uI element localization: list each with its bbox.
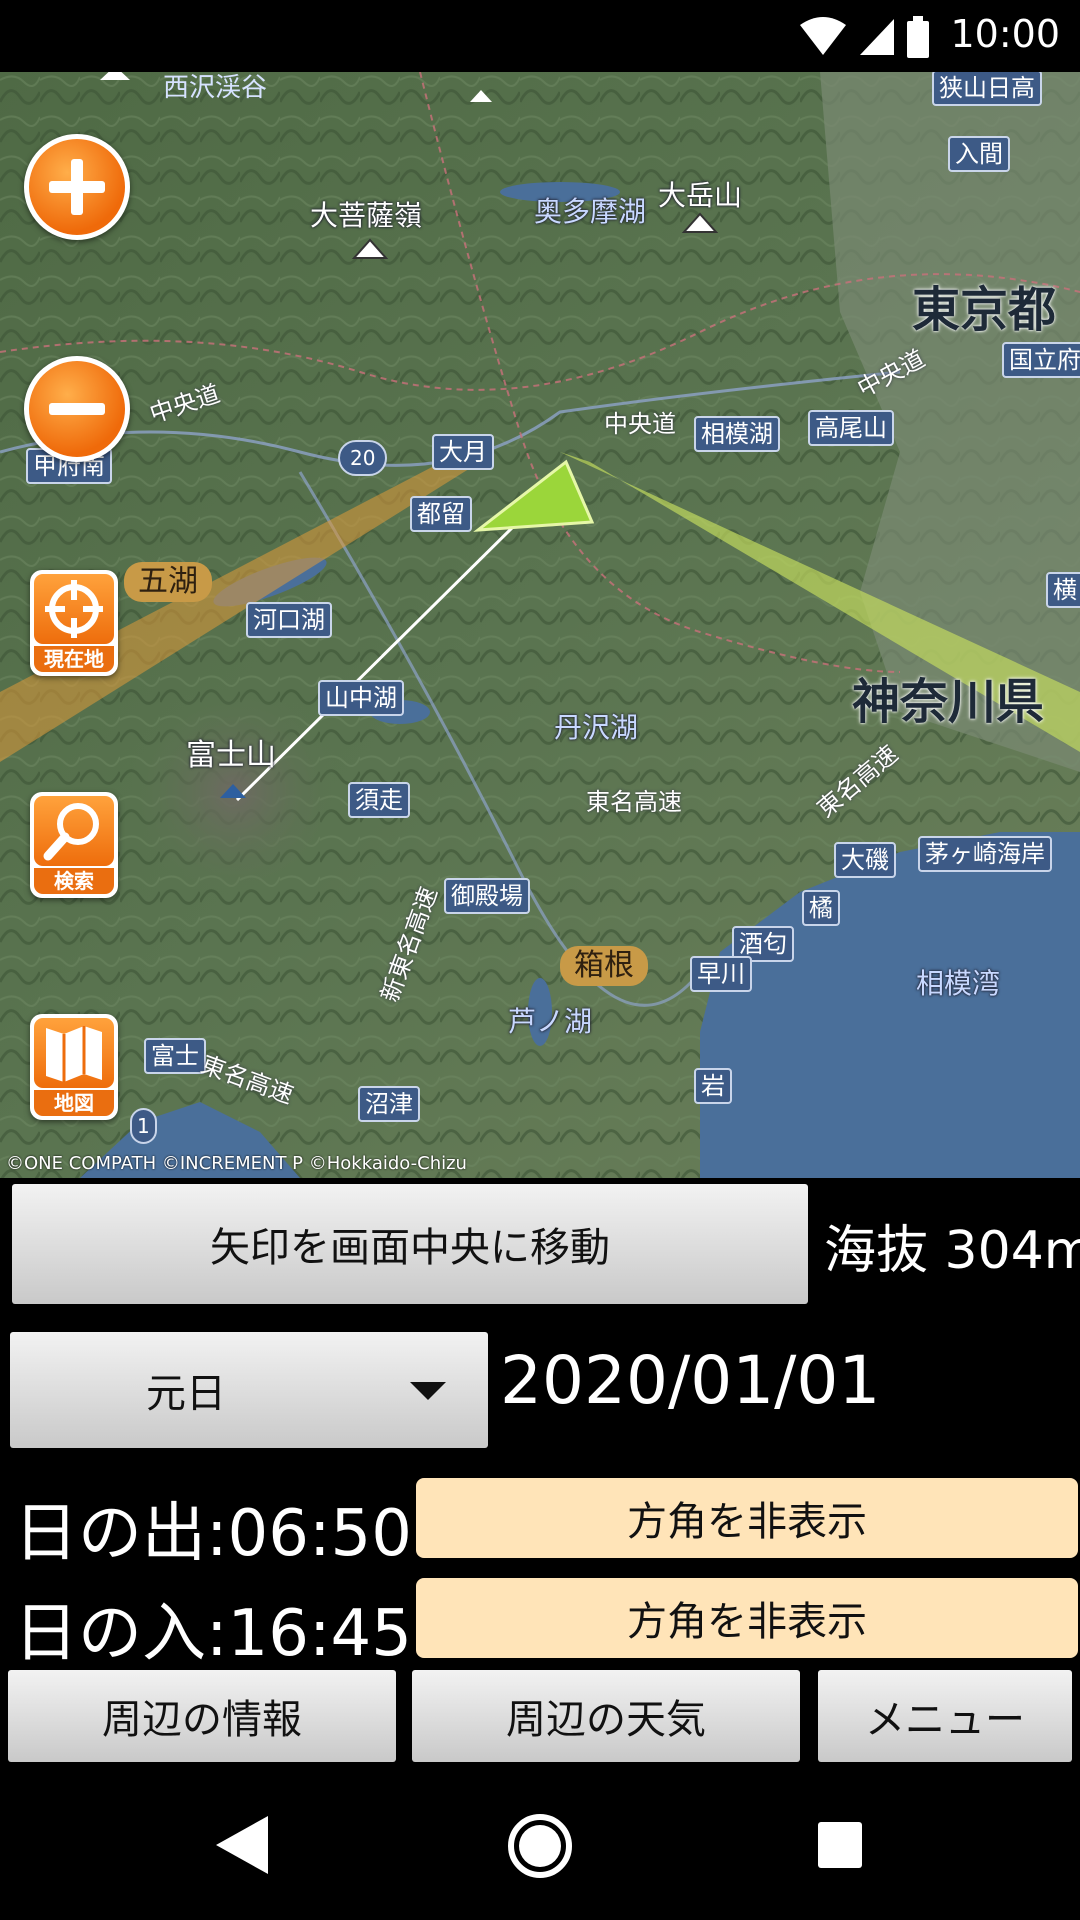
route-shield: 1: [130, 1108, 157, 1144]
map-label: 五湖: [124, 562, 212, 602]
map-copyright: ©ONE COMPATH ©INCREMENT P ©Hokkaido-Chiz…: [6, 1153, 467, 1174]
menu-button[interactable]: メニュー: [818, 1670, 1072, 1762]
wifi-icon: [800, 17, 846, 55]
map-label: 国立府: [1002, 342, 1080, 378]
map-label: 狭山日高: [932, 72, 1042, 106]
recents-icon[interactable]: [816, 1820, 864, 1870]
map-label: 御殿場: [444, 878, 530, 914]
nearby-info-button[interactable]: 周辺の情報: [8, 1670, 396, 1762]
map-label: 相模湖: [694, 416, 780, 452]
chevron-down-icon: [410, 1382, 446, 1400]
map-book-icon: [46, 1026, 102, 1082]
zoom-out-button[interactable]: [24, 356, 130, 462]
map-label: 西沢渓谷: [163, 73, 268, 103]
map-label: 須走: [348, 782, 410, 818]
signal-icon: [860, 19, 894, 55]
map-view[interactable]: 西沢渓谷 狭山日高 入間 大菩薩嶺 奥多摩湖 大岳山 東京都 中央道 中央道 中…: [0, 72, 1080, 1178]
map-label: 大岳山: [658, 179, 743, 212]
current-location-label: 現在地: [34, 646, 114, 672]
center-arrow-button[interactable]: 矢印を画面中央に移動: [12, 1184, 808, 1304]
search-icon: [43, 803, 99, 861]
map-label: 相模湾: [916, 967, 1001, 1000]
map-label: 大月: [432, 434, 494, 470]
status-icons: [798, 16, 930, 58]
battery-icon: [907, 16, 929, 58]
map-label: 富士山: [186, 738, 276, 773]
map-label: 都留: [410, 496, 472, 532]
nearby-weather-button[interactable]: 周辺の天気: [412, 1670, 800, 1762]
map-label: 橘: [802, 890, 840, 926]
home-icon[interactable]: [506, 1812, 574, 1880]
back-icon[interactable]: [214, 1814, 270, 1876]
minus-icon: [49, 403, 105, 415]
map-label: 東京都: [912, 282, 1057, 338]
date-select[interactable]: 元日: [10, 1332, 488, 1448]
map-label: 富士: [144, 1038, 206, 1074]
map-label: 高尾山: [808, 410, 894, 446]
map-label-button: 地図: [34, 1090, 114, 1116]
sunset-text: 日の入:16:45: [14, 1597, 412, 1671]
altitude-text: 海抜 304m: [824, 1221, 1080, 1281]
map-mode-button[interactable]: 地図: [30, 1014, 118, 1120]
map-label: 中央道: [604, 410, 676, 438]
map-label: 東名高速: [586, 788, 682, 816]
hide-sunset-direction-button[interactable]: 方角を非表示: [416, 1578, 1078, 1658]
map-label: 大磯: [834, 842, 896, 878]
map-label: 箱根: [560, 946, 648, 986]
map-label: 入間: [948, 136, 1010, 172]
current-location-button[interactable]: 現在地: [30, 570, 118, 676]
map-label: 早川: [690, 956, 752, 992]
map-label: 奥多摩湖: [534, 195, 647, 228]
map-label: 丹沢湖: [554, 711, 639, 744]
clock: 10:00: [950, 12, 1060, 56]
map-label: 山中湖: [318, 680, 404, 716]
plus-icon-vertical: [71, 159, 83, 215]
search-button[interactable]: 検索: [30, 792, 118, 898]
map-label: 芦ノ湖: [508, 1005, 593, 1038]
map-label: 大菩薩嶺: [310, 199, 423, 232]
map-label: 神奈川県: [852, 674, 1045, 730]
zoom-in-button[interactable]: [24, 134, 130, 240]
route-shield: 20: [338, 440, 388, 476]
search-label: 検索: [34, 868, 114, 894]
date-text: 2020/01/01: [500, 1342, 881, 1419]
status-bar: 10:00: [0, 0, 1080, 72]
map-label: 河口湖: [246, 602, 332, 638]
sunrise-text: 日の出:06:50: [14, 1497, 412, 1571]
map-label: 沼津: [358, 1086, 420, 1122]
map-label: 茅ヶ崎海岸: [918, 836, 1052, 872]
map-label: 岩: [694, 1068, 732, 1104]
hide-sunrise-direction-button[interactable]: 方角を非表示: [416, 1478, 1078, 1558]
crosshair-icon: [45, 580, 103, 638]
date-select-value: 元日: [146, 1371, 226, 1417]
navigation-bar: [0, 1770, 1080, 1920]
map-label: 横: [1046, 572, 1080, 608]
